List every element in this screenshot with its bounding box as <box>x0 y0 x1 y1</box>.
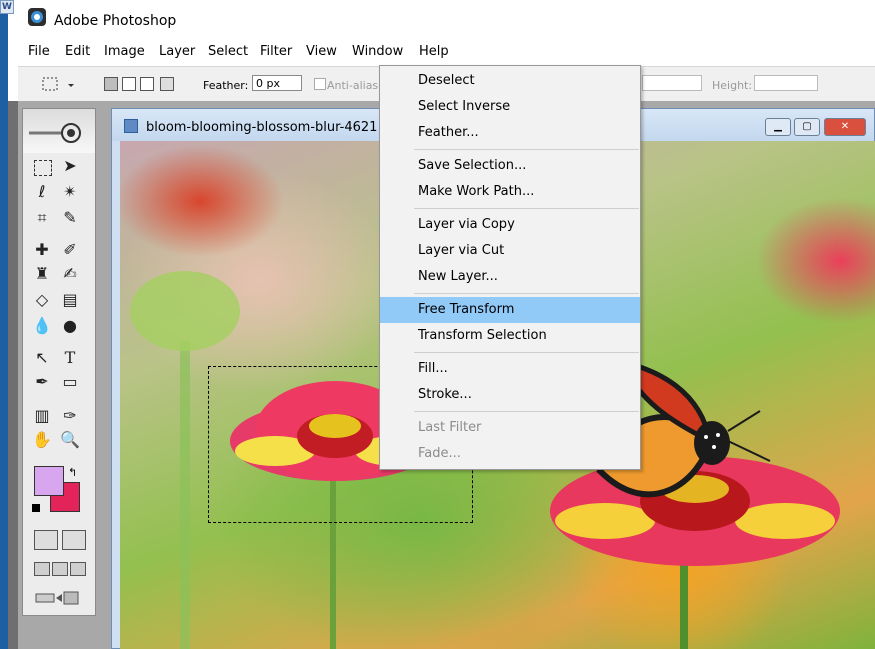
taskbar-word-icon[interactable]: W <box>0 0 14 14</box>
menu-filter[interactable]: Filter <box>260 44 292 59</box>
menu-item-layer-via-copy[interactable]: Layer via Copy <box>380 212 640 238</box>
menu-layer[interactable]: Layer <box>159 44 195 59</box>
new-selection-icon[interactable] <box>104 77 118 91</box>
slice-tool-icon[interactable]: ✎ <box>60 208 80 228</box>
menu-file[interactable]: File <box>28 44 50 59</box>
eyedropper-tool-icon[interactable]: ✑ <box>60 406 80 426</box>
menu-edit[interactable]: Edit <box>65 44 90 59</box>
dodge-tool-icon[interactable]: ● <box>60 316 80 336</box>
healing-brush-icon[interactable]: ✚ <box>32 240 52 260</box>
minimize-button[interactable]: ▁ <box>765 118 791 136</box>
maximize-button[interactable]: ▢ <box>794 118 820 136</box>
menu-window[interactable]: Window <box>352 44 403 59</box>
path-selection-icon[interactable]: ↖ <box>32 348 52 368</box>
app-title: Adobe Photoshop <box>54 13 177 29</box>
swap-colors-icon[interactable]: ↰ <box>68 466 77 479</box>
history-brush-icon[interactable]: ✍ <box>60 264 80 284</box>
window-edge <box>8 101 18 649</box>
notes-tool-icon[interactable]: ▥ <box>32 406 52 426</box>
menu-item-feather[interactable]: Feather... <box>380 120 640 146</box>
feather-label: Feather: <box>203 79 249 92</box>
screen-mode-standard-icon[interactable] <box>34 562 50 576</box>
crop-tool-icon[interactable]: ⌗ <box>32 208 52 228</box>
hand-tool-icon[interactable]: ✋ <box>32 430 52 450</box>
type-tool-icon[interactable]: T <box>60 348 80 368</box>
document-icon <box>124 119 138 133</box>
taskbar-edge <box>0 0 8 649</box>
menu-separator <box>414 293 639 294</box>
shape-tool-icon[interactable]: ▭ <box>60 372 80 392</box>
menu-image[interactable]: Image <box>104 44 145 59</box>
antialias-checkbox[interactable] <box>314 78 326 90</box>
menu-item-select-inverse[interactable]: Select Inverse <box>380 94 640 120</box>
gradient-tool-icon[interactable]: ▤ <box>60 290 80 310</box>
move-tool-icon[interactable]: ➤ <box>60 156 80 176</box>
blur-tool-icon[interactable]: 💧 <box>32 316 52 336</box>
toolbox-header-logo[interactable] <box>23 109 95 153</box>
screen-mode-full-menu-icon[interactable] <box>52 562 68 576</box>
clone-stamp-icon[interactable]: ♜ <box>32 264 52 284</box>
menu-view[interactable]: View <box>306 44 337 59</box>
quick-mask-mode-icon[interactable] <box>62 530 86 550</box>
height-input[interactable] <box>754 75 818 91</box>
menu-help[interactable]: Help <box>419 44 449 59</box>
foreground-color-swatch[interactable] <box>34 466 64 496</box>
add-to-selection-icon[interactable] <box>122 77 136 91</box>
lasso-tool-icon[interactable]: ℓ <box>32 182 52 202</box>
magic-wand-tool-icon[interactable]: ✴ <box>60 182 80 202</box>
menu-item-free-transform[interactable]: Free Transform <box>380 297 640 323</box>
document-title: bloom-blooming-blossom-blur-4621 <box>146 120 378 135</box>
rect-marquee-tool-icon[interactable] <box>34 160 52 176</box>
intersect-selection-icon[interactable] <box>160 77 174 91</box>
close-button[interactable]: ✕ <box>824 118 866 136</box>
menu-item-stroke[interactable]: Stroke... <box>380 382 640 408</box>
menu-item-layer-via-cut[interactable]: Layer via Cut <box>380 238 640 264</box>
subtract-from-selection-icon[interactable] <box>140 77 154 91</box>
zoom-tool-icon[interactable]: 🔍 <box>60 430 80 450</box>
menu-item-save-selection[interactable]: Save Selection... <box>380 153 640 179</box>
screen-mode-full-icon[interactable] <box>70 562 86 576</box>
photoshop-app-icon <box>28 8 46 26</box>
menu-item-new-layer[interactable]: New Layer... <box>380 264 640 290</box>
width-input[interactable] <box>642 75 702 91</box>
height-label: Height: <box>712 79 753 92</box>
menu-separator <box>414 208 639 209</box>
menu-item-fade[interactable]: Fade... <box>380 441 640 467</box>
menu-item-last-filter[interactable]: Last Filter <box>380 415 640 441</box>
standard-mode-icon[interactable] <box>34 530 58 550</box>
menu-item-make-work-path[interactable]: Make Work Path... <box>380 179 640 205</box>
marquee-preset-icon <box>42 77 74 91</box>
menu-item-fill[interactable]: Fill... <box>380 356 640 382</box>
menu-separator <box>414 411 639 412</box>
tool-preset-picker[interactable] <box>40 75 80 95</box>
menu-item-deselect[interactable]: Deselect <box>380 68 640 94</box>
brush-tool-icon[interactable]: ✐ <box>60 240 80 260</box>
pen-tool-icon[interactable]: ✒ <box>32 372 52 392</box>
menu-separator <box>414 149 639 150</box>
menu-select[interactable]: Select <box>208 44 248 59</box>
eraser-tool-icon[interactable]: ◇ <box>32 290 52 310</box>
antialias-label: Anti-aliase <box>327 79 385 92</box>
menu-item-transform-selection[interactable]: Transform Selection <box>380 323 640 349</box>
default-colors-icon[interactable] <box>32 504 40 512</box>
feather-input[interactable]: 0 px <box>252 75 302 91</box>
jump-to-imageready-icon[interactable] <box>34 590 82 606</box>
menu-separator <box>414 352 639 353</box>
